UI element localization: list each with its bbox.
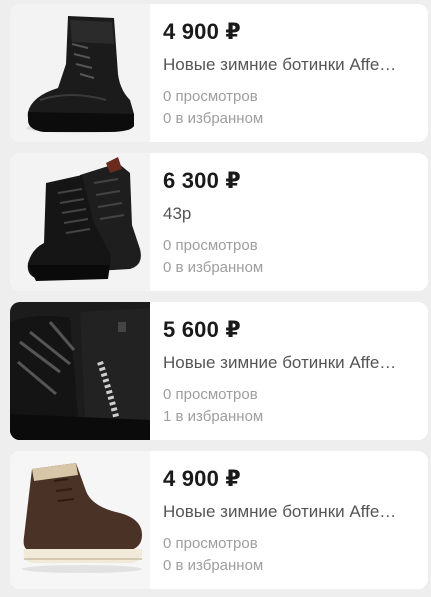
favorites-count: 0 в избранном xyxy=(163,557,264,574)
listing-price: 4 900 ₽ xyxy=(163,19,241,44)
listing-card[interactable]: 4 900 ₽ Новые зимние ботинки Affe… 0 про… xyxy=(10,451,428,589)
listing-card[interactable]: 6 300 ₽ 43р 0 просмотров 0 в избранном xyxy=(10,153,428,291)
black-boot-side-icon xyxy=(10,4,150,142)
listing-list: 4 900 ₽ Новые зимние ботинки Affe… 0 про… xyxy=(0,0,431,597)
listing-info: 4 900 ₽ Новые зимние ботинки Affe… 0 про… xyxy=(150,451,428,589)
listing-card[interactable]: 4 900 ₽ Новые зимние ботинки Affe… 0 про… xyxy=(10,4,428,142)
listing-title[interactable]: Новые зимние ботинки Affe… xyxy=(163,352,415,374)
black-boots-closeup-icon xyxy=(10,302,150,440)
views-count: 0 просмотров xyxy=(163,88,258,105)
listing-price: 5 600 ₽ xyxy=(163,317,241,342)
favorites-count: 0 в избранном xyxy=(163,259,264,276)
listing-title[interactable]: Новые зимние ботинки Affe… xyxy=(163,54,415,76)
listing-price: 4 900 ₽ xyxy=(163,466,241,491)
listing-title[interactable]: Новые зимние ботинки Affe… xyxy=(163,501,415,523)
listing-info: 5 600 ₽ Новые зимние ботинки Affe… 0 про… xyxy=(150,302,428,440)
views-count: 0 просмотров xyxy=(163,237,258,254)
listing-price: 6 300 ₽ xyxy=(163,168,241,193)
listing-title[interactable]: 43р xyxy=(163,203,415,225)
favorites-count: 0 в избранном xyxy=(163,110,264,127)
favorites-count: 1 в избранном xyxy=(163,408,264,425)
brown-chukka-boot-icon xyxy=(10,451,150,589)
views-count: 0 просмотров xyxy=(163,535,258,552)
listing-card[interactable]: 5 600 ₽ Новые зимние ботинки Affe… 0 про… xyxy=(10,302,428,440)
views-count: 0 просмотров xyxy=(163,386,258,403)
listing-info: 6 300 ₽ 43р 0 просмотров 0 в избранном xyxy=(150,153,428,291)
black-boots-pair-icon xyxy=(10,153,150,291)
listing-info: 4 900 ₽ Новые зимние ботинки Affe… 0 про… xyxy=(150,4,428,142)
